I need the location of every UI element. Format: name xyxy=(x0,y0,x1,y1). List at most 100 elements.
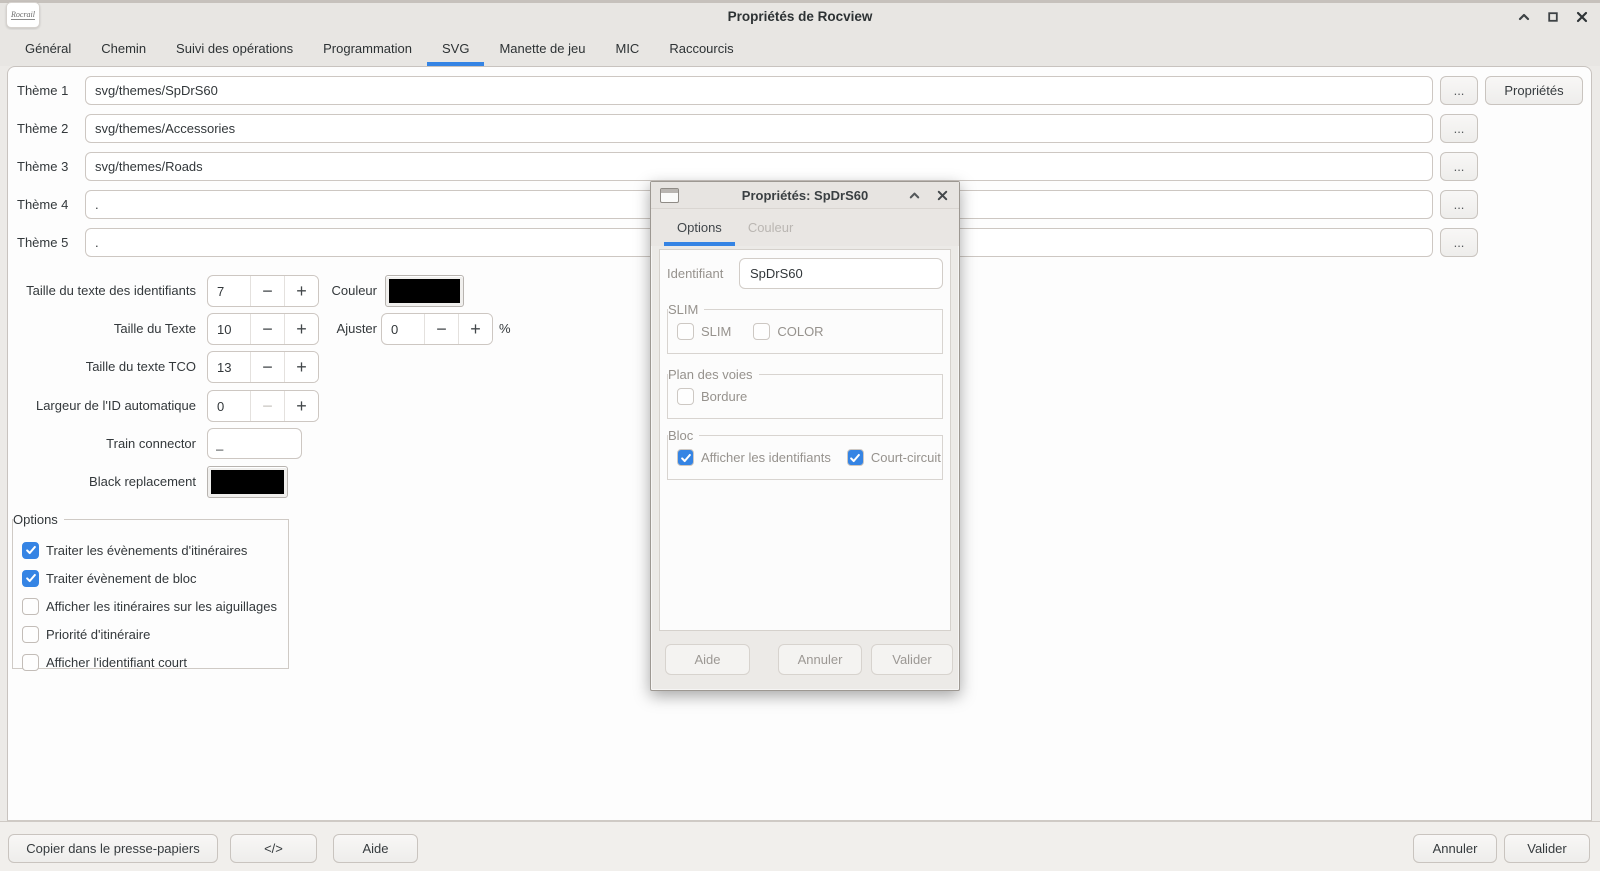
auto-id-width-plus-button[interactable]: + xyxy=(284,391,318,421)
option-row: Afficher l'identifiant court xyxy=(13,648,288,676)
options-group-title: Options xyxy=(13,511,64,528)
theme-3-label: Thème 3 xyxy=(17,152,79,181)
check-icon xyxy=(849,452,861,464)
theme-4-browse-button[interactable]: ... xyxy=(1440,190,1478,219)
tco-text-size-plus-button[interactable]: + xyxy=(284,352,318,382)
ajuster-unit-label: % xyxy=(499,313,519,345)
auto-id-width-label: Largeur de l'ID automatique xyxy=(0,390,196,422)
theme-3-browse-button[interactable]: ... xyxy=(1440,152,1478,181)
close-icon xyxy=(1575,10,1589,24)
slim-group: SLIM SLIM COLOR xyxy=(667,309,943,354)
main-tabbar: Général Chemin Suivi des opérations Prog… xyxy=(0,30,1600,66)
shade-button[interactable] xyxy=(1516,9,1532,25)
option-row: Afficher les itinéraires sur les aiguill… xyxy=(13,592,288,620)
checkbox-color[interactable] xyxy=(753,323,770,340)
black-replacement-label: Black replacement xyxy=(0,466,196,498)
ajuster-minus-button[interactable]: − xyxy=(424,314,458,344)
dialog-shade-button[interactable] xyxy=(906,188,922,204)
ajuster-value[interactable]: 0 xyxy=(382,314,424,344)
couleur-swatch-color xyxy=(389,279,460,303)
dialog-tab-couleur[interactable]: Couleur xyxy=(735,209,807,246)
checkbox-label: Afficher les itinéraires sur les aiguill… xyxy=(46,599,277,614)
identifiant-label: Identifiant xyxy=(667,266,739,281)
tab-suivi-des-operations[interactable]: Suivi des opérations xyxy=(161,30,308,66)
dialog-help-button[interactable]: Aide xyxy=(665,644,750,675)
auto-id-width-spinner: 0 − + xyxy=(207,390,319,422)
theme-2-browse-button[interactable]: ... xyxy=(1440,114,1478,143)
theme-1-browse-button[interactable]: ... xyxy=(1440,76,1478,105)
train-connector-input[interactable] xyxy=(207,428,302,459)
dialog-ok-button[interactable]: Valider xyxy=(871,644,953,675)
slim-group-title: SLIM xyxy=(668,301,704,318)
theme-properties-button[interactable]: Propriétés xyxy=(1485,76,1583,105)
checkbox-court-circuit[interactable] xyxy=(847,449,864,466)
option-row: Traiter les évènements d'itinéraires xyxy=(13,536,288,564)
titlebar: Rocrail Propriétés de Rocview xyxy=(0,3,1600,30)
tco-text-size-value[interactable]: 13 xyxy=(208,352,250,382)
chevron-up-icon xyxy=(908,189,921,202)
checkbox-priorite-itineraire[interactable] xyxy=(22,626,39,643)
checkbox-label: COLOR xyxy=(777,324,823,339)
auto-id-width-minus-button: − xyxy=(250,391,284,421)
tco-text-size-minus-button[interactable]: − xyxy=(250,352,284,382)
ajuster-label: Ajuster xyxy=(230,313,377,345)
checkbox-label: Afficher l'identifiant court xyxy=(46,655,187,670)
checkbox-afficher-identifiant-court[interactable] xyxy=(22,654,39,671)
checkbox-traiter-evenement-bloc[interactable] xyxy=(22,570,39,587)
tab-raccourcis[interactable]: Raccourcis xyxy=(654,30,748,66)
copy-to-clipboard-button[interactable]: Copier dans le presse-papiers xyxy=(8,834,218,863)
dialog-tab-options[interactable]: Options xyxy=(664,209,735,246)
dialog-close-button[interactable] xyxy=(934,188,950,204)
tab-manette-de-jeu[interactable]: Manette de jeu xyxy=(484,30,600,66)
tab-general[interactable]: Général xyxy=(10,30,86,66)
options-group: Options Traiter les évènements d'itinéra… xyxy=(12,519,289,669)
theme-5-browse-button[interactable]: ... xyxy=(1440,228,1478,257)
checkbox-label: SLIM xyxy=(701,324,731,339)
spdrs60-properties-dialog: Propriétés: SpDrS60 Options Couleur Iden… xyxy=(650,181,960,691)
black-replacement-swatch-button[interactable] xyxy=(207,466,288,498)
couleur-label: Couleur xyxy=(230,275,377,307)
train-connector-label: Train connector xyxy=(0,428,196,460)
checkbox-label: Traiter les évènements d'itinéraires xyxy=(46,543,247,558)
theme-2-input[interactable] xyxy=(85,114,1433,143)
plan-des-voies-group-title: Plan des voies xyxy=(668,366,759,383)
theme-3-input[interactable] xyxy=(85,152,1433,181)
checkbox-afficher-identifiants[interactable] xyxy=(677,449,694,466)
theme-1-label: Thème 1 xyxy=(17,76,79,105)
option-row: Priorité d'itinéraire xyxy=(13,620,288,648)
ok-button[interactable]: Valider xyxy=(1504,834,1590,863)
checkbox-traiter-evenements-itineraires[interactable] xyxy=(22,542,39,559)
tab-chemin[interactable]: Chemin xyxy=(86,30,161,66)
help-button[interactable]: Aide xyxy=(333,834,418,863)
couleur-swatch-button[interactable] xyxy=(385,275,464,307)
maximize-button[interactable] xyxy=(1545,9,1561,25)
theme-4-label: Thème 4 xyxy=(17,190,79,219)
tab-mic[interactable]: MIC xyxy=(600,30,654,66)
tab-svg[interactable]: SVG xyxy=(427,30,484,66)
xml-code-button[interactable]: </> xyxy=(230,834,317,863)
checkbox-label: Traiter évènement de bloc xyxy=(46,571,197,586)
auto-id-width-value[interactable]: 0 xyxy=(208,391,250,421)
identifiant-input[interactable] xyxy=(739,258,943,289)
chevron-up-icon xyxy=(1517,10,1531,24)
theme-2-label: Thème 2 xyxy=(17,114,79,143)
close-icon xyxy=(936,189,949,202)
cancel-button[interactable]: Annuler xyxy=(1413,834,1497,863)
window-title: Propriétés de Rocview xyxy=(0,3,1600,30)
checkbox-label: Court-circuit xyxy=(871,450,941,465)
theme-1-input[interactable] xyxy=(85,76,1433,105)
tco-text-size-spinner: 13 − + xyxy=(207,351,319,383)
tab-programmation[interactable]: Programmation xyxy=(308,30,427,66)
checkbox-bordure[interactable] xyxy=(677,388,694,405)
tco-text-size-label: Taille du texte TCO xyxy=(0,351,196,383)
ajuster-spinner: 0 − + xyxy=(381,313,493,345)
checkbox-label: Priorité d'itinéraire xyxy=(46,627,150,642)
checkbox-afficher-itineraires-aiguillages[interactable] xyxy=(22,598,39,615)
text-size-label: Taille du Texte xyxy=(0,313,196,345)
close-button[interactable] xyxy=(1574,9,1590,25)
dialog-cancel-button[interactable]: Annuler xyxy=(778,644,862,675)
ajuster-plus-button[interactable]: + xyxy=(458,314,492,344)
dialog-window-icon xyxy=(660,188,679,203)
checkbox-slim[interactable] xyxy=(677,323,694,340)
dialog-button-row: Aide Annuler Valider xyxy=(665,644,957,675)
